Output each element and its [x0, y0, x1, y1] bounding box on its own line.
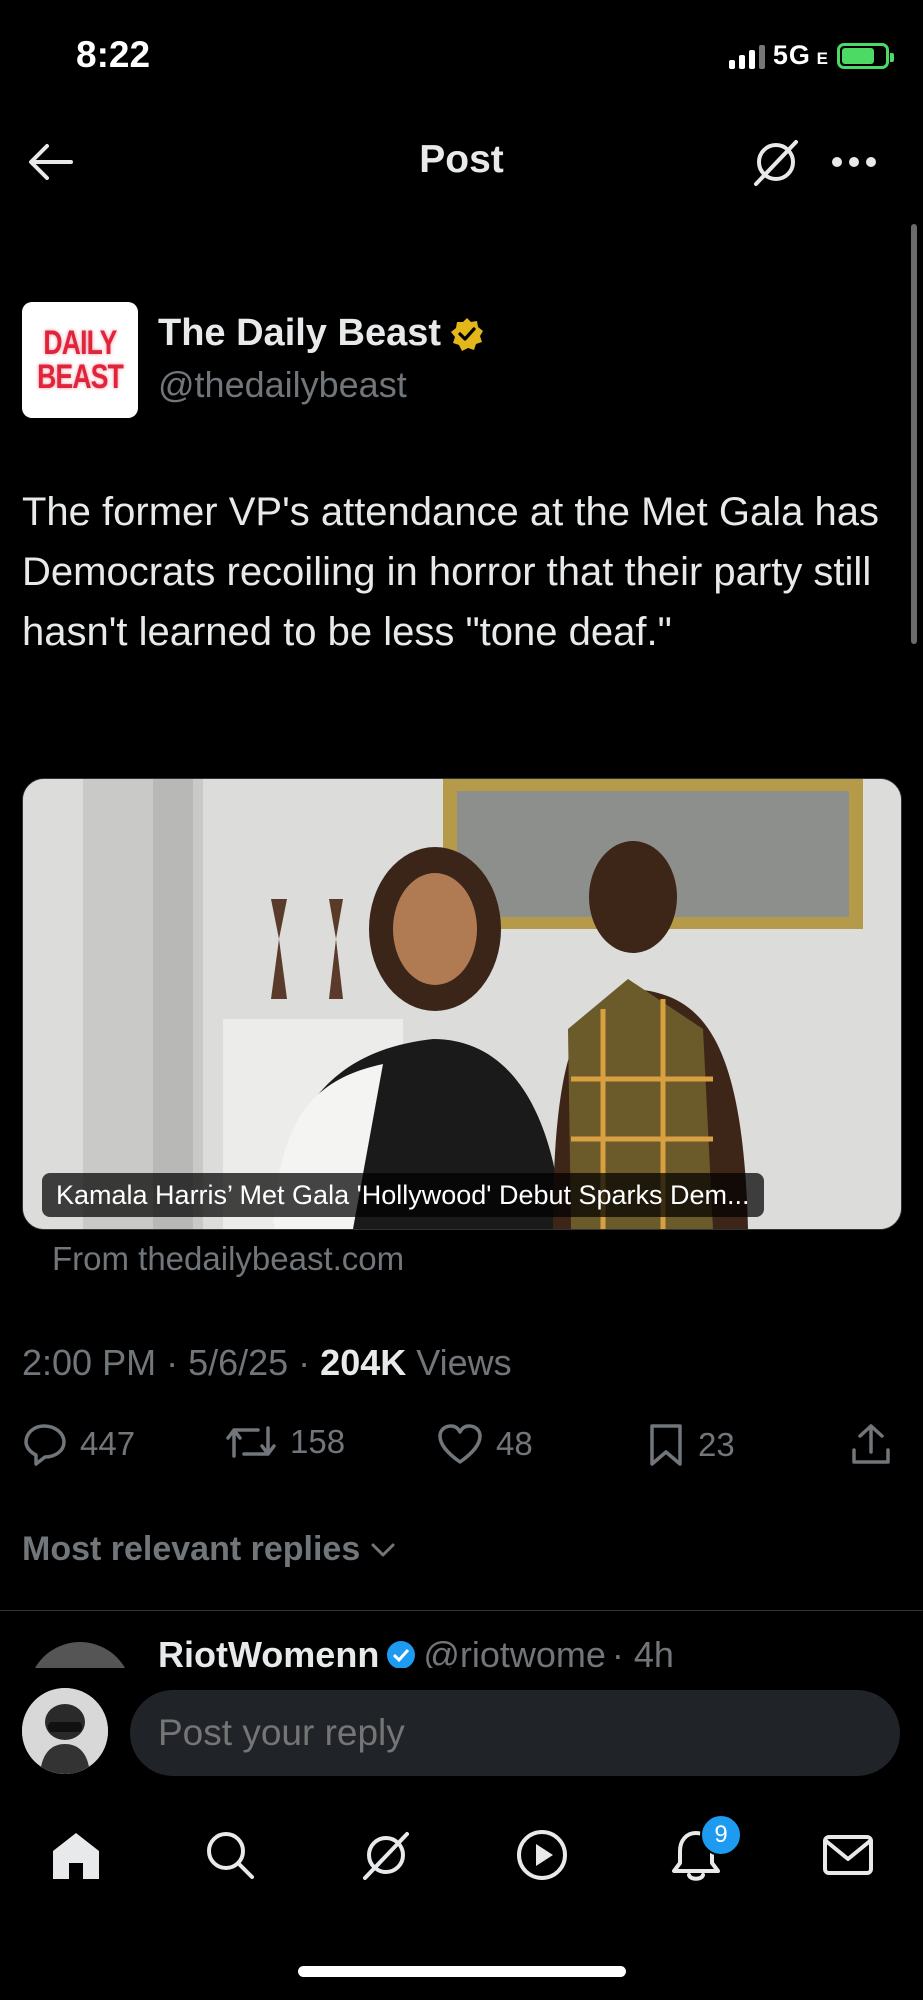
repost-button[interactable]: 158 — [224, 1422, 345, 1462]
reply-author-handle: @riotwome — [423, 1634, 606, 1668]
notifications-badge: 9 — [700, 1814, 742, 1856]
views-label: Views — [416, 1342, 512, 1383]
logo-line-1: DAILY — [43, 324, 117, 362]
user-avatar-image — [22, 1688, 108, 1774]
author-name[interactable]: The Daily Beast — [158, 312, 485, 355]
reply-time: · 4h — [611, 1634, 674, 1668]
repost-icon — [226, 1426, 276, 1458]
post-date: 5/6/25 — [188, 1342, 289, 1383]
post-text: The former VP's attendance at the Met Ga… — [22, 490, 879, 654]
grok-button[interactable] — [744, 130, 808, 194]
tab-video[interactable] — [502, 1800, 582, 1910]
more-options-button[interactable] — [822, 130, 886, 194]
home-icon — [53, 1833, 99, 1879]
verified-badge-icon — [451, 317, 483, 351]
bookmark-count: 23 — [698, 1426, 735, 1463]
reply-preview[interactable]: RiotWomenn @riotwome · 4h — [0, 1612, 923, 1668]
reply-icon — [24, 1424, 66, 1466]
author-handle[interactable]: @thedailybeast — [158, 364, 407, 406]
status-time: 8:22 — [76, 34, 151, 75]
network-type: 5G E — [772, 40, 829, 70]
chevron-down-icon — [371, 1543, 395, 1556]
reply-composer — [0, 1668, 923, 1786]
views-count: 204K — [320, 1342, 407, 1383]
home-indicator[interactable] — [298, 1966, 626, 1977]
scrollbar[interactable] — [911, 224, 917, 644]
battery-icon — [837, 42, 894, 69]
article-photo — [23, 779, 901, 1229]
grok-icon — [754, 140, 798, 186]
replies-sort-dropdown[interactable]: Most relevant replies — [22, 1530, 396, 1569]
author-avatar[interactable]: DAILY BEAST — [22, 302, 138, 418]
tab-notifications[interactable]: 9 — [656, 1800, 742, 1910]
bookmark-icon — [650, 1424, 682, 1466]
action-bar: 447 158 48 23 — [22, 1422, 902, 1474]
signal-icon — [728, 43, 765, 69]
divider — [0, 1610, 923, 1611]
like-count: 48 — [496, 1425, 533, 1462]
card-caption: Kamala Harris’ Met Gala 'Hollywood' Debu… — [42, 1173, 764, 1217]
post-meta: 2:00 PM · 5/6/25 · 204K Views — [22, 1342, 512, 1383]
status-indicators: 5G E — [728, 40, 894, 71]
envelope-icon — [823, 1835, 873, 1875]
tab-messages[interactable] — [808, 1800, 888, 1910]
link-card[interactable] — [22, 778, 902, 1230]
tab-search[interactable] — [190, 1800, 270, 1910]
verified-badge-icon — [387, 1641, 416, 1668]
grok-icon — [363, 1832, 409, 1880]
reply-header: RiotWomenn @riotwome · 4h — [158, 1634, 674, 1668]
my-avatar[interactable] — [22, 1688, 108, 1774]
post-time: 2:00 PM — [22, 1342, 157, 1383]
share-button[interactable] — [848, 1422, 894, 1468]
search-icon — [207, 1832, 254, 1879]
replies-sort-label: Most relevant replies — [22, 1530, 361, 1568]
reply-button[interactable]: 447 — [22, 1422, 135, 1466]
like-button[interactable]: 48 — [436, 1422, 533, 1466]
tab-grok[interactable] — [346, 1800, 426, 1910]
heart-icon — [438, 1424, 482, 1464]
play-icon — [517, 1830, 567, 1880]
more-horizontal-icon — [832, 157, 876, 167]
author-name-text: The Daily Beast — [158, 312, 441, 354]
bookmark-button[interactable]: 23 — [646, 1422, 735, 1468]
tab-home[interactable] — [36, 1800, 116, 1910]
reply-author-name: RiotWomenn — [158, 1634, 380, 1668]
reply-input[interactable] — [130, 1690, 900, 1776]
reply-avatar[interactable] — [28, 1642, 132, 1668]
card-source[interactable]: From thedailybeast.com — [52, 1240, 404, 1278]
reply-count: 447 — [80, 1425, 136, 1462]
bottom-tab-bar: 9 — [0, 1800, 923, 1910]
share-icon — [852, 1424, 890, 1464]
logo-line-2: BEAST — [37, 358, 124, 396]
repost-count: 158 — [290, 1423, 346, 1460]
